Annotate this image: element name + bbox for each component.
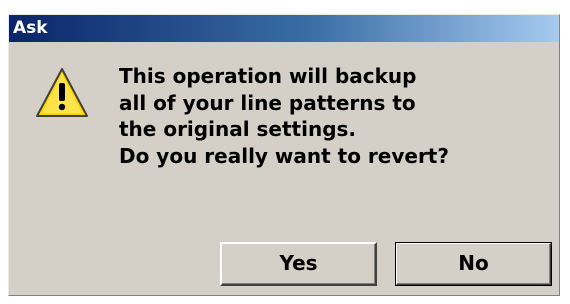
- dialog-message: This operation will backup all of your l…: [119, 63, 549, 169]
- dialog-title: Ask: [13, 18, 48, 38]
- ask-dialog: Ask This operation will backup all of yo…: [8, 14, 560, 296]
- yes-button[interactable]: Yes: [220, 242, 377, 286]
- title-bar[interactable]: Ask: [9, 15, 559, 42]
- message-line: Do you really want to revert?: [119, 143, 449, 168]
- message-line: the original settings.: [119, 117, 357, 141]
- warning-icon: [35, 67, 89, 119]
- message-line: all of your line patterns to: [119, 90, 416, 115]
- no-button[interactable]: No: [395, 242, 552, 286]
- message-line: This operation will backup: [119, 64, 417, 88]
